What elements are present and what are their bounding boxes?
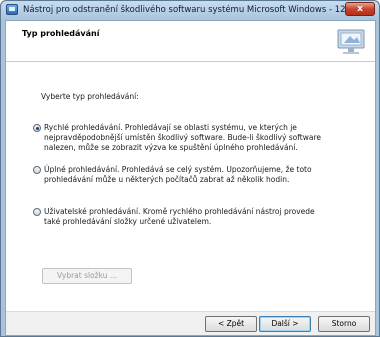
scan-option-quick[interactable]: Rychlé prohledávání. Prohledávají se obl… <box>33 123 333 157</box>
radio-custom-scan[interactable] <box>33 208 41 216</box>
monitor-wizard-icon <box>337 29 365 54</box>
wizard-client-area: Typ prohledávání Vyberte typ prohledáván… <box>5 20 376 336</box>
radio-quick-scan[interactable] <box>33 124 41 132</box>
scan-option-custom[interactable]: Uživatelské prohledávání. Kromě rychlého… <box>33 207 333 231</box>
window-title: Nástroj pro odstranění škodlivého softwa… <box>23 5 370 15</box>
option-label-full: Úplné prohledávání. Prohledává se celý s… <box>44 165 312 184</box>
scan-option-full[interactable]: Úplné prohledávání. Prohledává se celý s… <box>33 165 333 189</box>
wizard-header: Typ prohledávání <box>6 21 375 62</box>
application-window: Nástroj pro odstranění škodlivého softwa… <box>0 0 380 337</box>
browse-folder-button[interactable]: Vybrat složku ... <box>42 268 132 284</box>
option-label-quick: Rychlé prohledávání. Prohledávají se obl… <box>44 123 321 152</box>
next-button[interactable]: Další > <box>259 316 311 332</box>
app-icon <box>6 4 18 15</box>
back-button[interactable]: < Zpět <box>205 316 257 332</box>
option-label-custom: Uživatelské prohledávání. Kromě rychlého… <box>44 207 315 226</box>
page-title: Typ prohledávání <box>22 29 100 38</box>
close-button[interactable]: x <box>345 2 375 16</box>
scan-type-prompt: Vyberte typ prohledávání: <box>41 92 139 101</box>
title-bar[interactable]: Nástroj pro odstranění škodlivého softwa… <box>1 1 379 19</box>
wizard-body: Vyberte typ prohledávání: Rychlé prohled… <box>6 63 375 311</box>
cancel-button[interactable]: Storno <box>318 316 370 332</box>
wizard-footer: < Zpět Další > Storno <box>6 311 375 335</box>
radio-full-scan[interactable] <box>33 166 41 174</box>
